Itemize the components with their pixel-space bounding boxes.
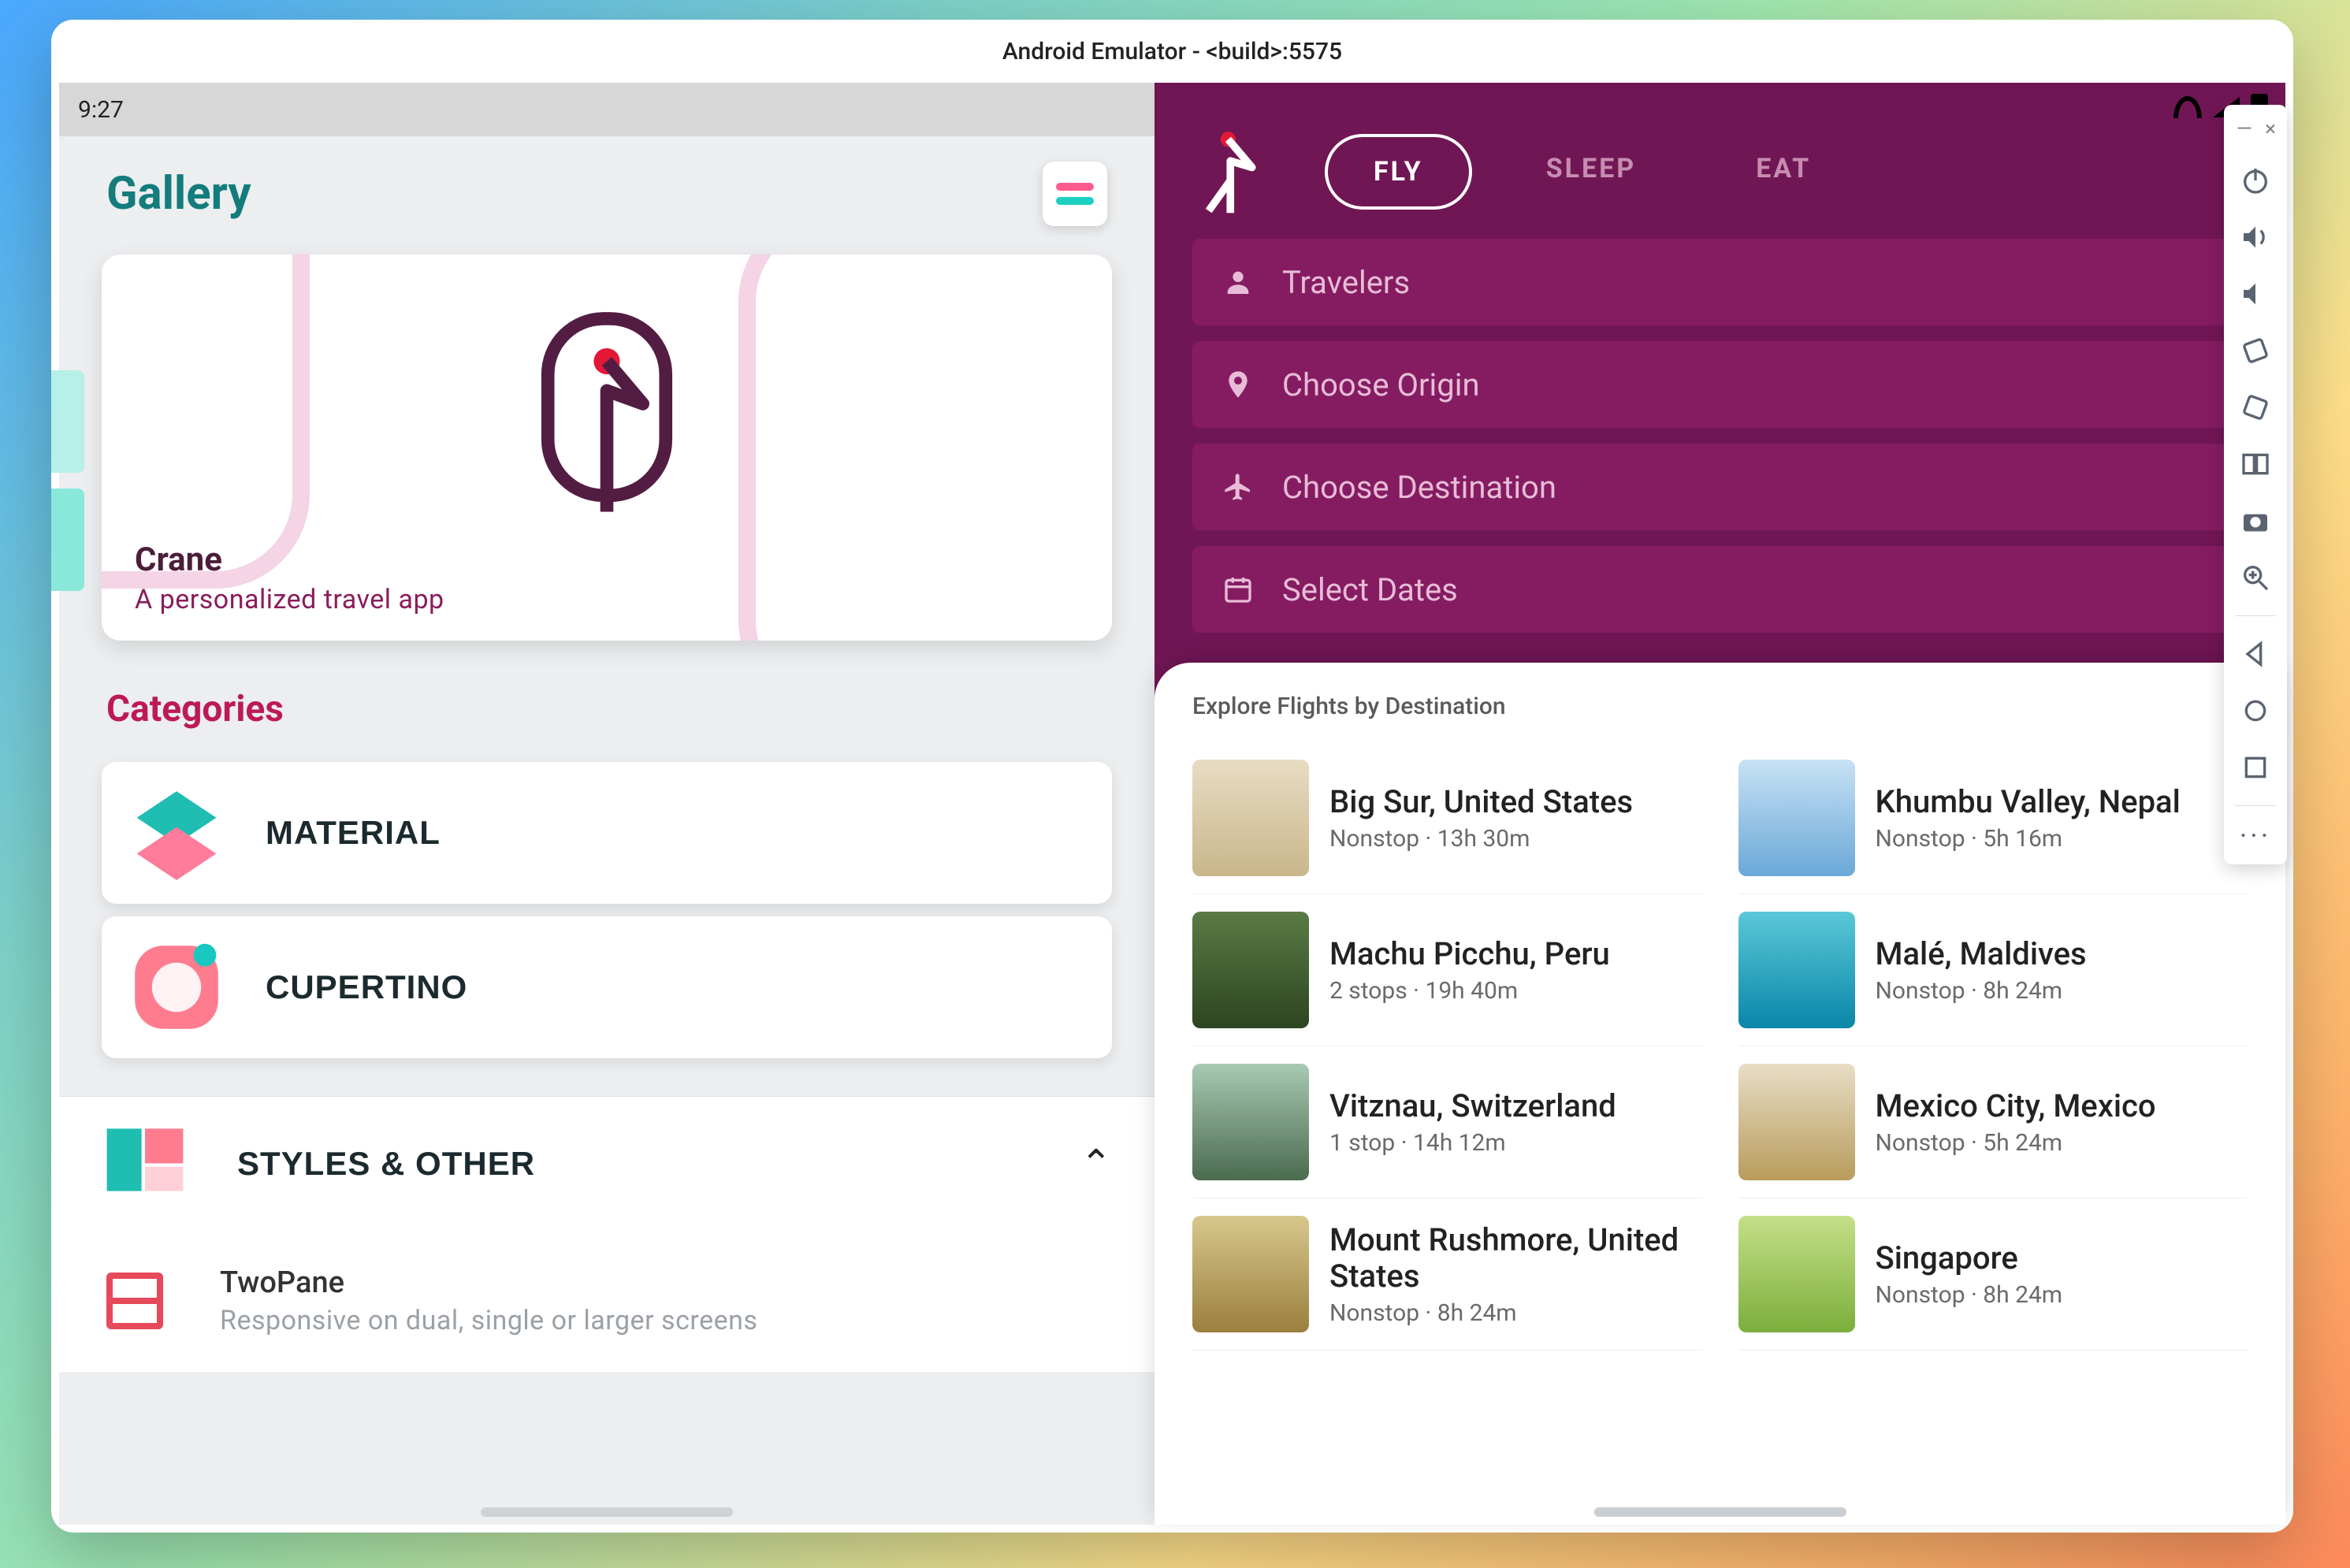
plane-icon bbox=[1222, 471, 1254, 503]
destination-item[interactable]: Vitznau, Switzerland 1 stop · 14h 12m bbox=[1192, 1046, 1702, 1198]
destination-meta: Nonstop · 8h 24m bbox=[1876, 1281, 2063, 1309]
window-title: Android Emulator - <build>:5575 bbox=[1002, 38, 1342, 65]
destination-item[interactable]: Big Sur, United States Nonstop · 13h 30m bbox=[1192, 742, 1702, 894]
results-sheet: Explore Flights by Destination Big Sur, … bbox=[1155, 663, 2285, 1525]
destination-meta: Nonstop · 5h 24m bbox=[1876, 1129, 2156, 1157]
destination-thumb bbox=[1738, 1064, 1855, 1180]
window-titlebar: Android Emulator - <build>:5575 bbox=[51, 20, 2293, 83]
status-bar-left: 9:27 bbox=[59, 83, 1155, 136]
edge-tab-1[interactable] bbox=[51, 370, 84, 473]
search-travelers[interactable]: Travelers bbox=[1192, 239, 2248, 325]
styles-expander[interactable]: STYLES & OTHER ⌃ bbox=[59, 1096, 1155, 1230]
toggle-line-1 bbox=[1056, 183, 1094, 191]
subitem-title: TwoPane bbox=[220, 1265, 757, 1300]
destination-meta: 1 stop · 14h 12m bbox=[1329, 1129, 1616, 1157]
chevron-up-icon: ⌃ bbox=[1080, 1141, 1112, 1186]
settings-toggle[interactable] bbox=[1043, 162, 1107, 226]
destination-name: Khumbu Valley, Nepal bbox=[1876, 784, 2181, 820]
categories-heading: Categories bbox=[59, 655, 1155, 749]
location-icon bbox=[1222, 369, 1254, 400]
category-label: CUPERTINO bbox=[266, 968, 467, 1006]
home-indicator[interactable] bbox=[1594, 1507, 1846, 1517]
rotate-right-icon[interactable] bbox=[2232, 384, 2279, 431]
category-material[interactable]: MATERIAL bbox=[102, 762, 1112, 904]
search-dates-label: Select Dates bbox=[1282, 571, 1458, 608]
search-origin-label: Choose Origin bbox=[1282, 366, 1480, 403]
cupertino-icon bbox=[125, 936, 228, 1039]
category-label: MATERIAL bbox=[266, 814, 441, 852]
destination-name: Mexico City, Mexico bbox=[1876, 1088, 2156, 1124]
destination-name: Mount Rushmore, United States bbox=[1329, 1222, 1702, 1295]
destination-thumb bbox=[1192, 1216, 1309, 1332]
search-dates[interactable]: Select Dates bbox=[1192, 546, 2248, 633]
nav-home-icon[interactable] bbox=[2232, 687, 2279, 734]
destination-thumb bbox=[1738, 760, 1855, 876]
destination-thumb bbox=[1192, 912, 1309, 1028]
volume-up-icon[interactable] bbox=[2232, 214, 2279, 261]
close-icon[interactable]: × bbox=[2265, 117, 2276, 141]
featured-name: Crane bbox=[135, 541, 1079, 579]
power-icon[interactable] bbox=[2232, 157, 2279, 204]
gallery-title: Gallery bbox=[106, 167, 251, 221]
destination-meta: Nonstop · 5h 16m bbox=[1876, 825, 2181, 853]
destination-thumb bbox=[1192, 760, 1309, 876]
category-cupertino[interactable]: CUPERTINO bbox=[102, 916, 1112, 1058]
crane-app: FLY SLEEP EAT Travelers Choose Origin Ch… bbox=[1155, 83, 2285, 1525]
destination-name: Machu Picchu, Peru bbox=[1329, 936, 1610, 972]
styles-icon bbox=[102, 1117, 196, 1211]
volume-down-icon[interactable] bbox=[2232, 270, 2279, 318]
destination-item[interactable]: Mexico City, Mexico Nonstop · 5h 24m bbox=[1738, 1046, 2248, 1198]
subitem-twopane[interactable]: TwoPane Responsive on dual, single or la… bbox=[59, 1230, 1155, 1372]
tab-sleep[interactable]: SLEEP bbox=[1500, 134, 1683, 210]
subitem-desc: Responsive on dual, single or larger scr… bbox=[220, 1305, 757, 1336]
destination-item[interactable]: Singapore Nonstop · 8h 24m bbox=[1738, 1198, 2248, 1351]
home-indicator[interactable] bbox=[481, 1507, 733, 1517]
edge-tab-2[interactable] bbox=[51, 489, 84, 591]
more-icon[interactable]: ··· bbox=[2240, 820, 2271, 852]
destination-thumb bbox=[1192, 1064, 1309, 1180]
toggle-line-2 bbox=[1056, 197, 1094, 205]
rotate-left-icon[interactable] bbox=[2232, 327, 2279, 374]
wifi-icon bbox=[2173, 96, 2202, 118]
destination-meta: Nonstop · 8h 24m bbox=[1876, 977, 2087, 1005]
destination-item[interactable]: Machu Picchu, Peru 2 stops · 19h 40m bbox=[1192, 894, 1702, 1046]
zoom-icon[interactable] bbox=[2232, 554, 2279, 601]
styles-label: STYLES & OTHER bbox=[237, 1145, 1039, 1183]
search-origin[interactable]: Choose Origin bbox=[1192, 341, 2248, 428]
destination-name: Vitznau, Switzerland bbox=[1329, 1088, 1616, 1124]
destination-item[interactable]: Malé, Maldives Nonstop · 8h 24m bbox=[1738, 894, 2248, 1046]
person-icon bbox=[1222, 266, 1254, 298]
destination-item[interactable]: Khumbu Valley, Nepal Nonstop · 5h 16m bbox=[1738, 742, 2248, 894]
search-travelers-label: Travelers bbox=[1282, 264, 1410, 301]
destination-item[interactable]: Mount Rushmore, United States Nonstop · 8… bbox=[1192, 1198, 1702, 1351]
search-destination-label: Choose Destination bbox=[1282, 469, 1556, 506]
destination-meta: 2 stops · 19h 40m bbox=[1329, 977, 1610, 1005]
clock: 9:27 bbox=[78, 96, 124, 124]
nav-overview-icon[interactable] bbox=[2232, 744, 2279, 791]
gallery-app: 9:27 Gallery bbox=[59, 83, 1155, 1525]
sheet-title: Explore Flights by Destination bbox=[1192, 693, 2248, 720]
destination-thumb bbox=[1738, 912, 1855, 1028]
destination-meta: Nonstop · 8h 24m bbox=[1329, 1299, 1702, 1327]
minimize-icon[interactable]: — bbox=[2237, 117, 2252, 141]
nav-back-icon[interactable] bbox=[2232, 630, 2279, 678]
destination-name: Big Sur, United States bbox=[1329, 784, 1633, 820]
material-icon bbox=[125, 782, 228, 884]
featured-tagline: A personalized travel app bbox=[135, 584, 1079, 615]
foldable-icon[interactable] bbox=[2232, 440, 2279, 488]
emulator-toolbar: — × ··· bbox=[2224, 105, 2287, 864]
destination-thumb bbox=[1738, 1216, 1855, 1332]
destination-meta: Nonstop · 13h 30m bbox=[1329, 825, 1633, 853]
crane-logo-icon bbox=[524, 309, 690, 525]
destination-name: Malé, Maldives bbox=[1876, 936, 2087, 972]
calendar-icon bbox=[1222, 574, 1254, 605]
tab-eat[interactable]: EAT bbox=[1710, 134, 1857, 210]
featured-card-crane[interactable]: Crane A personalized travel app bbox=[102, 255, 1112, 641]
twopane-icon bbox=[106, 1273, 163, 1329]
search-destination[interactable]: Choose Destination bbox=[1192, 444, 2248, 530]
camera-icon[interactable] bbox=[2232, 497, 2279, 544]
destination-name: Singapore bbox=[1876, 1240, 2063, 1276]
crane-app-logo-icon[interactable] bbox=[1197, 128, 1276, 215]
tab-fly[interactable]: FLY bbox=[1325, 134, 1472, 210]
